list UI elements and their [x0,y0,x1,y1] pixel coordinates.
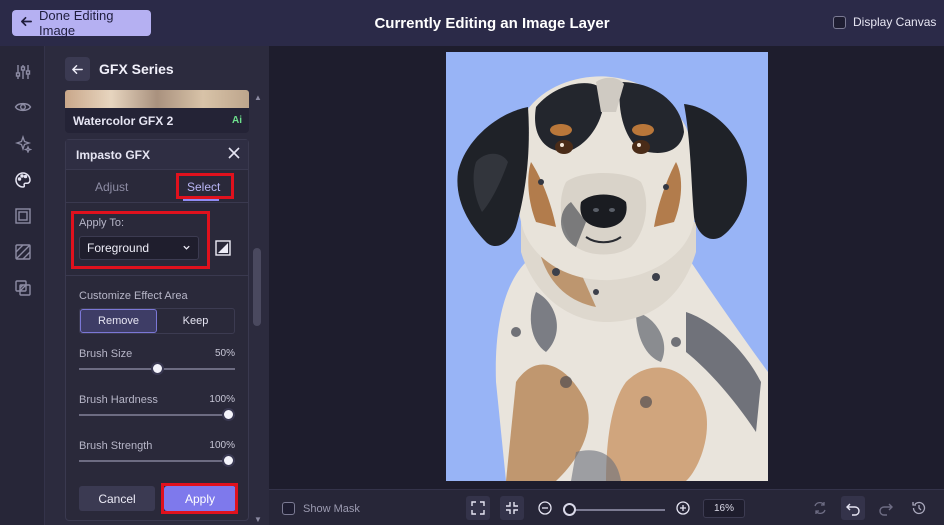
divider [66,275,248,276]
back-button[interactable] [65,57,90,81]
brush-size-value: 50% [214,348,235,359]
brush-strength-label: Brush Strength [79,440,153,452]
brush-hardness-label: Brush Hardness [79,394,158,406]
display-canvas-checkbox[interactable] [833,15,846,29]
top-bar: Done Editing Image Currently Editing an … [0,0,944,46]
effect-thumbnail[interactable] [65,90,249,108]
card-header: Impasto GFX [66,140,248,170]
highlight-box-apply-to [71,211,210,269]
slider-handle[interactable] [222,408,235,421]
palette-icon[interactable] [13,170,32,189]
slider-track[interactable] [79,414,235,416]
tool-rail [0,46,45,525]
cancel-button[interactable]: Cancel [79,486,155,511]
scrollbar-thumb[interactable] [253,248,261,326]
panel-header: GFX Series [65,57,174,81]
brush-hardness-value: 100% [209,394,235,405]
impasto-settings-card: Impasto GFX Adjust Select Apply To: Fore… [65,139,249,521]
texture-icon[interactable] [13,242,32,261]
highlight-box-select-tab [176,173,234,199]
layers-icon[interactable] [13,278,32,297]
display-canvas-toggle[interactable]: Display Canvas [833,15,936,29]
effects-panel: GFX Series Watercolor GFX 2 Ai ▲ ▼ Impas… [45,46,269,525]
active-tab-indicator [183,199,219,201]
remove-button[interactable]: Remove [80,309,158,333]
show-mask-toggle[interactable]: Show Mask [282,502,360,515]
zoom-slider-track[interactable] [567,509,665,511]
arrow-left-icon [72,64,83,74]
zoom-in-icon[interactable] [671,496,695,520]
zoom-value[interactable]: 16% [703,499,745,518]
panel-title: GFX Series [99,61,174,77]
brush-size-label: Brush Size [79,348,133,360]
highlight-box-apply-button [161,483,238,514]
effect-item-label: Watercolor GFX 2 [73,113,174,128]
zoom-slider-handle[interactable] [563,503,576,516]
close-icon[interactable] [228,146,240,164]
effect-area-toggle: Remove Keep [79,308,235,334]
sparkle-icon[interactable] [13,134,32,153]
slider-handle[interactable] [150,362,164,375]
keep-button[interactable]: Keep [157,309,234,333]
dog-painting [457,76,768,481]
canvas-area[interactable] [269,46,944,489]
reset-icon[interactable] [808,496,832,520]
undo-icon[interactable] [841,496,865,520]
adjustments-icon[interactable] [13,62,32,81]
history-icon[interactable] [907,496,931,520]
brush-strength-value: 100% [209,440,235,451]
invert-mask-icon[interactable] [214,239,232,257]
redo-icon[interactable] [874,496,898,520]
shrink-icon[interactable] [500,496,524,520]
tab-adjust[interactable]: Adjust [95,180,128,194]
page-title: Currently Editing an Image Layer [374,15,610,32]
card-title: Impasto GFX [76,147,151,162]
customize-effect-area-label: Customize Effect Area [79,290,188,302]
image-layer[interactable] [446,52,768,481]
bottom-toolbar: Show Mask 16% [269,489,944,525]
frame-icon[interactable] [13,206,32,225]
slider-handle[interactable] [222,454,235,467]
zoom-out-icon[interactable] [533,496,557,520]
scroll-up-arrow[interactable]: ▲ [254,93,262,102]
fit-screen-icon[interactable] [466,496,490,520]
eye-icon[interactable] [13,97,32,116]
display-canvas-label: Display Canvas [853,15,937,29]
scroll-down-arrow[interactable]: ▼ [254,515,262,524]
ai-badge: Ai [232,115,242,126]
show-mask-label: Show Mask [303,502,360,515]
show-mask-checkbox[interactable] [282,502,295,515]
effect-item-watercolor[interactable]: Watercolor GFX 2 Ai [65,108,249,133]
slider-track[interactable] [79,460,235,462]
